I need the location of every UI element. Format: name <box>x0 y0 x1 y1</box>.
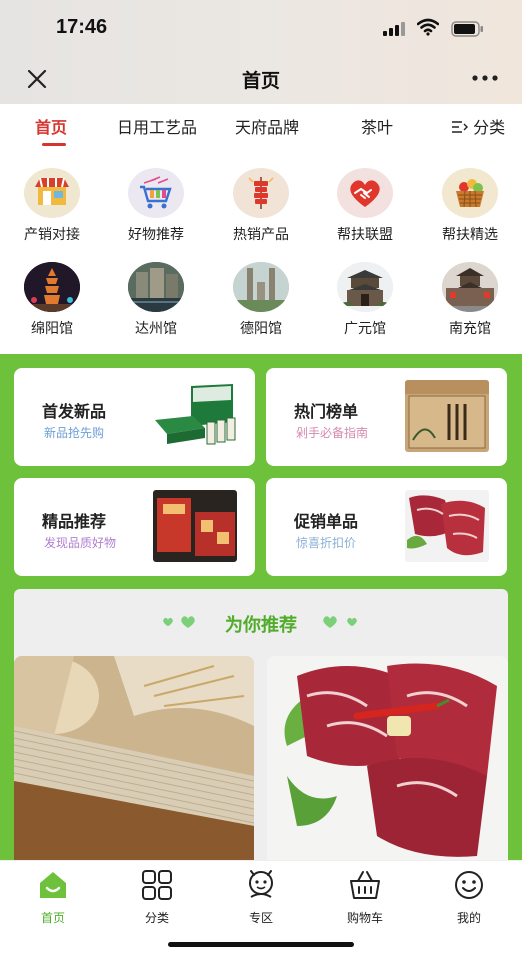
status-bar: 17:46 <box>0 0 522 56</box>
promo-title: 首发新品 <box>42 402 107 421</box>
dazhou-city-icon <box>128 262 184 312</box>
market-stall-icon <box>24 168 80 218</box>
wifi-icon <box>417 18 439 36</box>
grid-item-mianyang-pavilion[interactable]: 绵阳馆 <box>0 262 104 338</box>
grid-item-dazhou-pavilion[interactable]: 达州馆 <box>104 262 208 338</box>
cellular-signal-icon <box>383 22 409 36</box>
nav-cart[interactable]: 购物车 <box>325 869 405 926</box>
active-tab-indicator <box>42 143 66 146</box>
mianyang-tower-icon <box>24 262 80 312</box>
fruit-basket-icon <box>442 168 498 218</box>
zone-mascot-icon <box>249 870 273 898</box>
promo-subtitle: 惊喜折扣价 <box>296 536 357 550</box>
grid-label: 帮扶联盟 <box>337 227 393 243</box>
promo-title: 热门榜单 <box>294 402 359 421</box>
more-options-icon[interactable] <box>470 66 500 90</box>
grid-item-nanchong-pavilion[interactable]: 南充馆 <box>418 262 522 338</box>
promo-subtitle: 发现品质好物 <box>44 536 117 550</box>
grid-label: 广元馆 <box>344 321 386 337</box>
tab-daily-crafts[interactable]: 日用工艺品 <box>117 114 197 138</box>
promo-card-promotion[interactable]: 促销单品 惊喜折扣价 <box>266 478 507 576</box>
heart-icon <box>323 616 337 628</box>
status-time: 17:46 <box>56 16 108 38</box>
grid-label: 产销对接 <box>24 227 80 243</box>
feature-icon-grid: 产销对接 好物推荐 热销产品 帮扶联盟 帮扶精选 绵阳馆 达州馆 德阳馆 广元馆… <box>0 160 522 355</box>
grid-label: 好物推荐 <box>128 227 184 243</box>
category-list-icon <box>452 121 468 133</box>
nav-label: 首页 <box>40 911 65 925</box>
promo-section: 首发新品 新品抢先购 热门榜单 剁手必备指南 精品推荐 发现品质好物 促销单品 … <box>0 354 522 861</box>
grid-item-deyang-pavilion[interactable]: 德阳馆 <box>209 262 313 338</box>
nav-label: 专区 <box>248 911 273 925</box>
top-header-area: 17:46 首页 <box>0 0 522 104</box>
recommend-panel: 为你推荐 <box>14 589 508 861</box>
nav-mine[interactable]: 我的 <box>429 869 509 926</box>
nanchong-street-icon <box>442 262 498 312</box>
grid-label: 达州馆 <box>135 321 177 337</box>
home-icon <box>40 872 66 898</box>
shopping-cart-icon <box>128 168 184 218</box>
product-card-noodles[interactable] <box>14 656 254 861</box>
grid-item-selected[interactable]: 帮扶精选 <box>418 168 522 244</box>
tab-home[interactable]: 首页 <box>35 114 67 138</box>
featured-gift-set-image <box>153 490 237 562</box>
promo-title: 精品推荐 <box>42 512 107 531</box>
grid-item-production-sales[interactable]: 产销对接 <box>0 168 104 244</box>
handshake-heart-icon <box>337 168 393 218</box>
grid-label: 热销产品 <box>233 227 289 243</box>
small-heart-icon <box>347 617 357 627</box>
recommend-title: 为你推荐 <box>225 615 297 636</box>
smiley-face-icon <box>455 871 483 899</box>
shopping-basket-icon <box>350 871 380 899</box>
new-product-gift-box-image <box>153 380 237 452</box>
hot-product-box-image <box>405 380 489 452</box>
nav-label: 购物车 <box>346 911 383 925</box>
nav-label: 我的 <box>456 911 481 925</box>
nav-category[interactable]: 分类 <box>117 869 197 926</box>
promo-subtitle: 剁手必备指南 <box>296 426 369 440</box>
grid-label: 绵阳馆 <box>31 321 73 337</box>
firecracker-icon <box>233 168 289 218</box>
product-card-beef[interactable] <box>267 656 508 861</box>
title-bar: 首页 <box>0 56 522 104</box>
promo-subtitle: 新品抢先购 <box>44 426 105 440</box>
grid-label: 帮扶精选 <box>442 227 498 243</box>
grid-item-hot-products[interactable]: 热销产品 <box>209 168 313 244</box>
nav-home[interactable]: 首页 <box>13 869 93 926</box>
promo-title: 促销单品 <box>294 512 359 531</box>
promotion-beef-image <box>405 490 489 562</box>
grid-label: 德阳馆 <box>240 321 282 337</box>
promo-card-hot-list[interactable]: 热门榜单 剁手必备指南 <box>266 368 507 466</box>
promo-card-featured[interactable]: 精品推荐 发现品质好物 <box>14 478 255 576</box>
category-grid-icon <box>142 870 172 900</box>
battery-icon <box>451 21 483 37</box>
grid-item-good-recommend[interactable]: 好物推荐 <box>104 168 208 244</box>
promo-card-new-arrivals[interactable]: 首发新品 新品抢先购 <box>14 368 255 466</box>
grid-label: 南充馆 <box>449 321 491 337</box>
grid-item-guangyuan-pavilion[interactable]: 广元馆 <box>313 262 417 338</box>
page-title: 首页 <box>241 70 280 92</box>
tab-category-button[interactable]: 分类 <box>450 114 505 138</box>
category-tabs: 首页 日用工艺品 天府品牌 茶叶 分类 <box>0 104 522 150</box>
deyang-statues-icon <box>233 262 289 312</box>
guangyuan-gate-icon <box>337 262 393 312</box>
home-indicator <box>168 942 354 947</box>
nav-label: 分类 <box>144 911 169 925</box>
tab-tea[interactable]: 茶叶 <box>361 114 393 138</box>
tab-category-label: 分类 <box>473 118 506 137</box>
tab-tianfu-brand[interactable]: 天府品牌 <box>235 114 299 138</box>
nav-zone[interactable]: 专区 <box>221 869 301 926</box>
grid-item-alliance[interactable]: 帮扶联盟 <box>313 168 417 244</box>
